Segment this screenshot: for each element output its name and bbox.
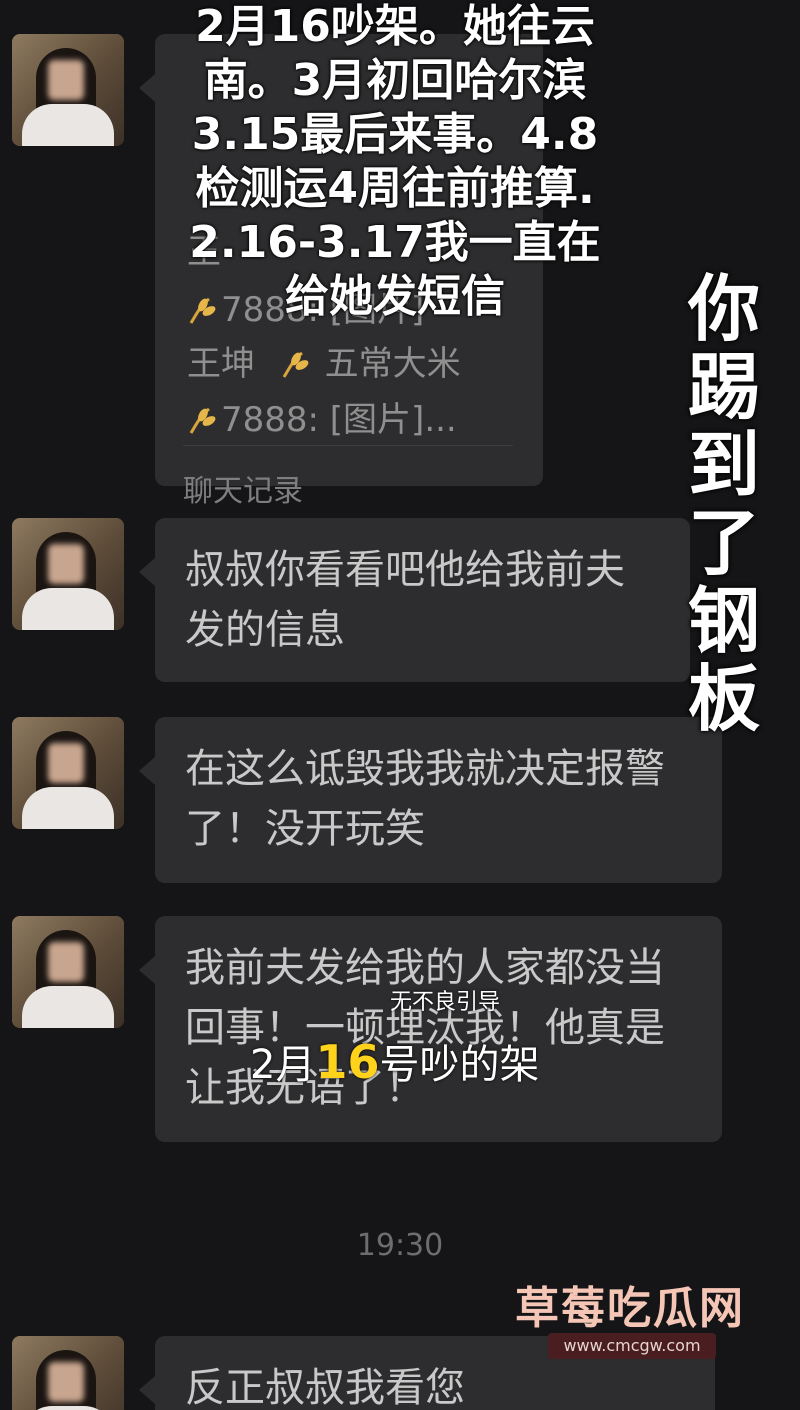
caption-line: 检测运4周往前推算. <box>195 163 595 214</box>
subtitle-prefix: 2月 <box>250 1042 316 1088</box>
contact-avatar[interactable] <box>12 717 124 829</box>
subtitle: 2月16号吵的架 <box>250 1032 539 1090</box>
caption-line: 2.16-3.17我一直在 <box>189 217 601 268</box>
subtitle-suffix: 号吵的架 <box>379 1042 540 1088</box>
vertical-char: 板 <box>687 657 760 741</box>
message-bubble[interactable]: 叔叔你看看吧他给我前夫发的信息 <box>139 518 690 682</box>
subtitle-highlight: 16 <box>315 1035 380 1089</box>
caption-line: 2月16吵架。她往云 <box>195 1 595 52</box>
caption-line: 南。3月初回哈尔滨 <box>203 55 587 106</box>
message-text: 反正叔叔我看您 <box>185 1365 465 1410</box>
message-text: 在这么诋毁我我就决定报警了！没开玩笑 <box>185 746 665 852</box>
timestamp: 19:30 <box>356 1228 444 1263</box>
contact-avatar[interactable] <box>12 518 124 630</box>
subtitle-disclaimer: 无不良引导 <box>390 990 501 1015</box>
contact-avatar[interactable] <box>12 916 124 1028</box>
record-line: 7888: [图片]... <box>187 392 457 441</box>
caption-line: 给她发短信 <box>285 271 505 322</box>
record-footer: 聊天记录 <box>183 474 303 509</box>
caption-line: 3.15最后来事。4.8 <box>191 109 599 160</box>
overlay-caption: 2月16吵架。她往云 南。3月初回哈尔滨 3.15最后来事。4.8 检测运4周往… <box>160 0 630 324</box>
vertical-caption: 你 踢 到 了 钢 板 <box>684 270 764 738</box>
message-bubble[interactable]: 在这么诋毁我我就决定报警了！没开玩笑 <box>139 717 722 883</box>
message-text: 叔叔你看看吧他给我前夫发的信息 <box>185 547 625 653</box>
rice-icon <box>189 407 216 434</box>
vertical-char: 踢 <box>687 345 760 429</box>
record-divider <box>183 445 513 446</box>
watermark-url: www.cmcgw.com <box>548 1333 716 1359</box>
contact-avatar[interactable] <box>12 34 124 146</box>
vertical-char: 你 <box>687 267 760 351</box>
vertical-char: 钢 <box>687 579 760 663</box>
record-line: 王坤 五常大米 <box>187 344 461 384</box>
vertical-char: 到 <box>687 423 760 507</box>
rice-icon <box>282 351 309 378</box>
contact-avatar[interactable] <box>12 1336 124 1410</box>
watermark-logo: 草莓吃瓜网 <box>515 1283 745 1334</box>
message-bubble[interactable]: 我前夫发给我的人家都没当回事！一顿埋汰我！他真是让我无语了！ <box>139 916 722 1142</box>
vertical-char: 了 <box>687 501 760 585</box>
